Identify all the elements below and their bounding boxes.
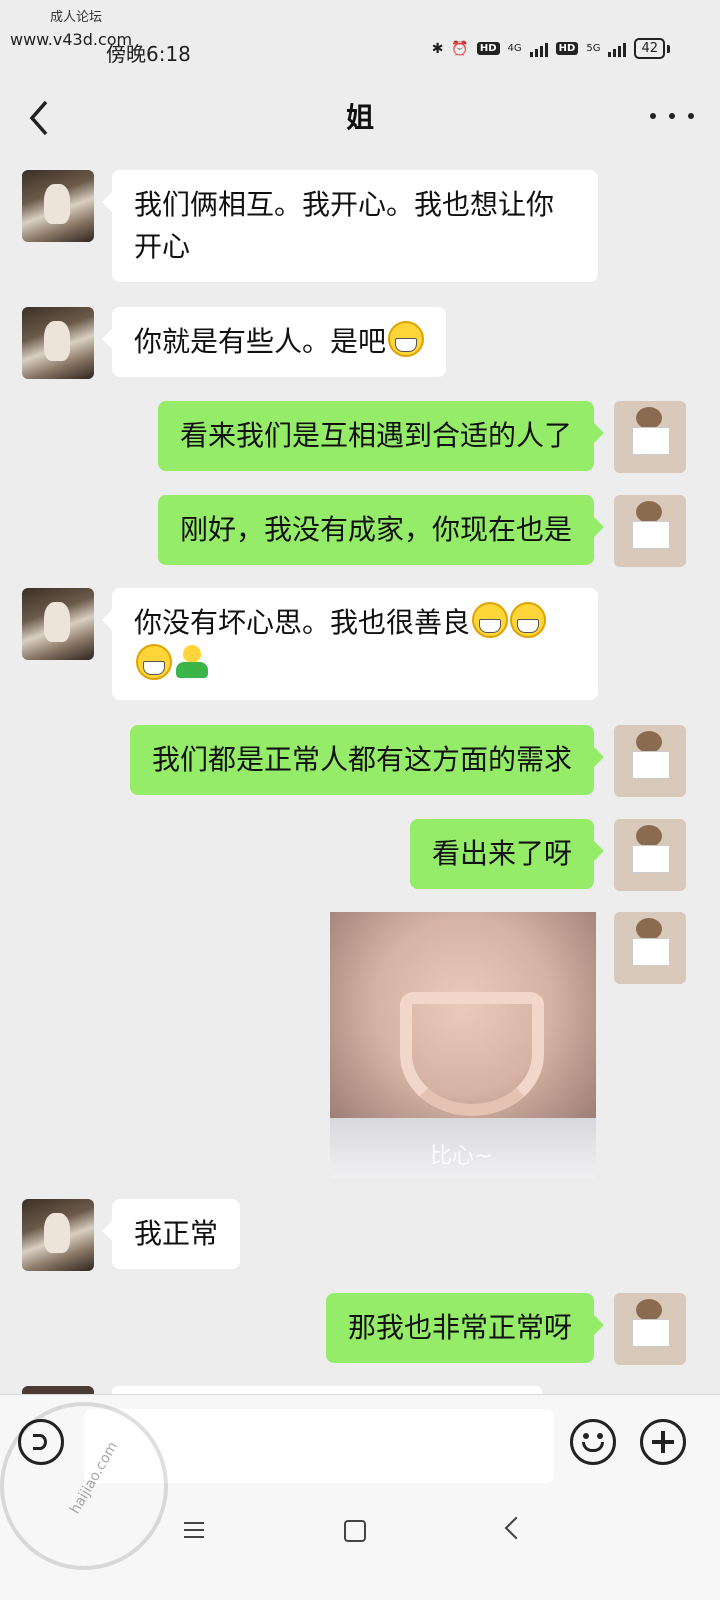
my-avatar[interactable] <box>614 401 686 473</box>
home-icon[interactable] <box>344 1520 366 1542</box>
my-avatar[interactable] <box>614 1293 686 1365</box>
grin-emoji-icon <box>136 644 172 680</box>
emoji-button[interactable] <box>570 1419 616 1465</box>
plus-button[interactable] <box>640 1419 686 1465</box>
hd-badge-2: HD <box>555 42 579 55</box>
message-bubble[interactable]: 你就是有些人。是吧 <box>101 307 447 377</box>
battery-cap <box>667 44 670 53</box>
status-icons: ✱ ⏰ HD 4G HD 5G 42 <box>432 38 670 59</box>
my-avatar[interactable] <box>614 495 686 567</box>
hug-emoji-icon <box>174 644 210 680</box>
watermark-top-text: 成人论坛 <box>50 10 103 25</box>
more-button[interactable] <box>650 96 694 136</box>
hd-badge: HD <box>476 42 500 55</box>
message-text: 你没有坏心思。我也很善良 <box>134 606 471 639</box>
my-avatar[interactable] <box>614 912 686 984</box>
grin-emoji-icon <box>472 602 509 638</box>
bluetooth-icon: ✱ <box>431 40 444 57</box>
signal-icon <box>529 41 548 57</box>
chat-header: 姐 <box>0 80 720 152</box>
contact-avatar-partial <box>22 1386 94 1394</box>
contact-avatar[interactable] <box>22 170 94 242</box>
status-time: 傍晚6:18 <box>106 42 191 66</box>
message-bubble[interactable]: 你没有坏心思。我也很善良 <box>102 588 598 700</box>
contact-avatar[interactable] <box>22 1199 94 1271</box>
message-text: 你就是有些人。是吧 <box>134 325 387 358</box>
contact-avatar[interactable] <box>22 307 94 379</box>
signal-icon-2 <box>608 41 627 57</box>
grin-emoji-icon <box>388 321 425 357</box>
photo-content <box>400 992 544 1116</box>
network-5g: 5G <box>586 43 601 54</box>
message-bubble-partial <box>112 1386 542 1394</box>
menu-icon[interactable] <box>184 1522 204 1538</box>
message-bubble[interactable]: 我们都是正常人都有这方面的需求 <box>129 725 605 795</box>
message-bubble[interactable]: 我正常 <box>101 1199 241 1269</box>
chat-title: 姐 <box>345 101 374 134</box>
message-bubble[interactable]: 我们俩相互。我开心。我也想让你开心 <box>102 170 598 282</box>
nav-back-icon[interactable] <box>504 1516 528 1540</box>
status-bar: 成人论坛 www.v43d.com 傍晚6:18 ✱ ⏰ HD 4G HD 5G… <box>0 0 720 80</box>
image-caption: 比心~ <box>430 1144 493 1169</box>
message-bubble[interactable]: 看来我们是互相遇到合适的人了 <box>157 401 605 471</box>
alarm-icon: ⏰ <box>451 40 469 57</box>
more-icon <box>650 113 656 119</box>
image-message[interactable]: 比心~ <box>330 912 596 1178</box>
message-bubble[interactable]: 看出来了呀 <box>409 819 605 889</box>
contact-avatar[interactable] <box>22 588 94 660</box>
my-avatar[interactable] <box>614 725 686 797</box>
grin-emoji-icon <box>510 602 547 638</box>
network-4g: 4G <box>507 43 522 54</box>
battery-icon: 42 <box>634 38 665 59</box>
message-bubble[interactable]: 刚好，我没有成家，你现在也是 <box>157 495 605 565</box>
message-bubble[interactable]: 那我也非常正常呀 <box>325 1293 605 1363</box>
my-avatar[interactable] <box>614 819 686 891</box>
